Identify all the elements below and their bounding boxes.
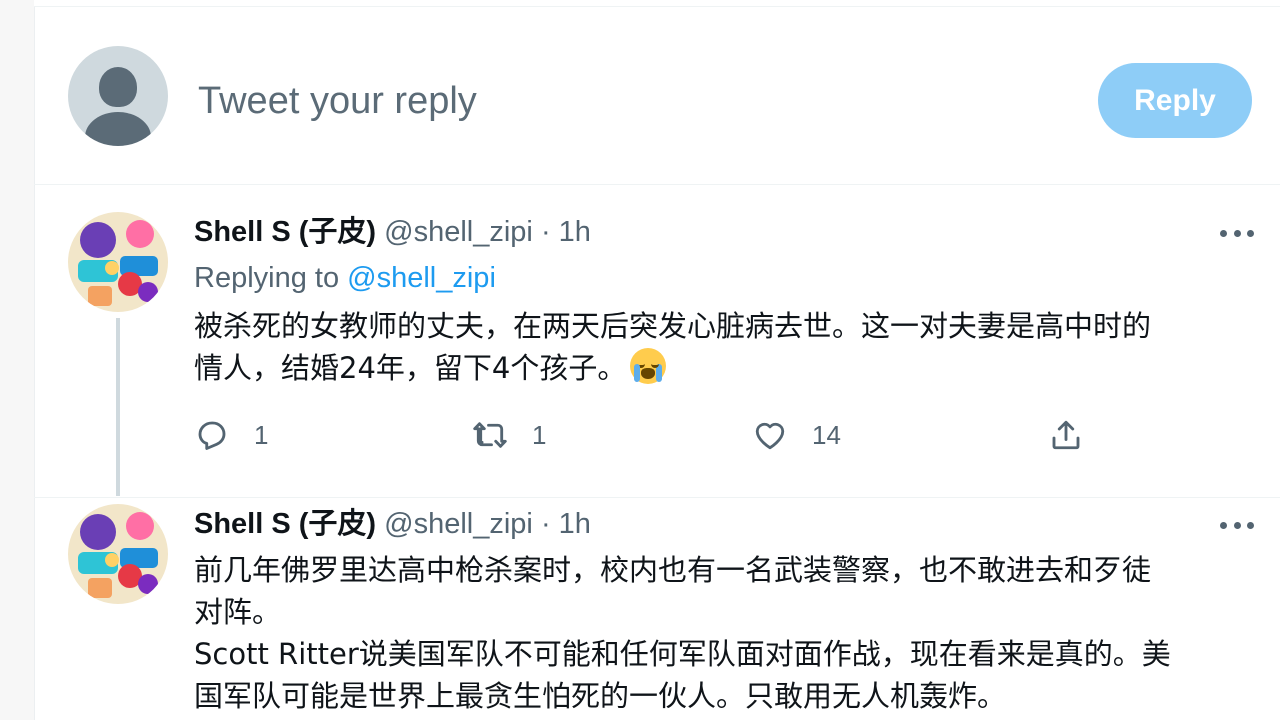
reply-input[interactable] (198, 76, 1058, 126)
compose-divider (34, 184, 1280, 185)
share-action[interactable] (1048, 415, 1084, 455)
header-separator: · (540, 508, 551, 540)
avatar-head-shape (99, 67, 137, 107)
reply-icon (198, 421, 226, 450)
replying-mention-link[interactable]: @shell_zipi (347, 262, 496, 294)
tweet-header: Shell S (子皮) @shell_zipi · 1h (194, 214, 591, 250)
left-gutter (0, 0, 35, 720)
retweet-action[interactable]: 1 (472, 415, 546, 455)
tweet-text-line: 对阵。 (194, 595, 282, 629)
tweet-time[interactable]: 1h (559, 508, 591, 540)
retweet-count: 1 (532, 419, 547, 450)
tweet-text-line: 情人，结婚24年，留下4个孩子。 (194, 347, 1254, 389)
top-divider (34, 0, 1280, 7)
replying-to: Replying to @shell_zipi (194, 260, 496, 296)
share-icon (1052, 420, 1080, 450)
more-icon[interactable] (1220, 520, 1254, 530)
like-action[interactable]: 14 (752, 415, 841, 455)
retweet-icon (473, 422, 507, 448)
tweet-header: Shell S (子皮) @shell_zipi · 1h (194, 506, 591, 542)
tweet-divider (34, 497, 1280, 498)
loudly-crying-face-icon (630, 348, 667, 384)
tweet-actions: 1 1 14 (194, 415, 1094, 455)
tweet-text: 被杀死的女教师的丈夫，在两天后突发心脏病去世。这一对夫妻是高中时的 情人，结婚2… (194, 305, 1254, 389)
reply-count: 1 (254, 419, 269, 450)
replying-prefix: Replying to (194, 262, 340, 294)
user-avatar[interactable] (68, 46, 168, 146)
reply-action[interactable]: 1 (194, 415, 268, 455)
like-count: 14 (812, 419, 841, 450)
author-avatar[interactable] (68, 504, 168, 604)
author-handle[interactable]: @shell_zipi (384, 508, 533, 540)
more-icon[interactable] (1220, 228, 1254, 238)
tweet-text-line: Scott Ritter说美国军队不可能和任何军队面对面作战，现在看来是真的。美 (194, 637, 1171, 671)
avatar-image (68, 504, 168, 604)
thread-line (116, 318, 120, 496)
author-avatar[interactable] (68, 212, 168, 312)
tweet-text: 前几年佛罗里达高中枪杀案时，校内也有一名武装警察，也不敢进去和歹徒 对阵。 Sc… (194, 549, 1254, 717)
author-name[interactable]: Shell S (子皮) (194, 508, 376, 540)
tweet-text-line: 国军队可能是世界上最贪生怕死的一伙人。只敢用无人机轰炸。 (194, 679, 1007, 713)
heart-icon (755, 422, 785, 450)
tweet-time[interactable]: 1h (559, 216, 591, 248)
header-separator: · (540, 216, 551, 248)
reply-button[interactable]: Reply (1098, 63, 1252, 138)
tweet-text-line: 前几年佛罗里达高中枪杀案时，校内也有一名武装警察，也不敢进去和歹徒 (194, 553, 1152, 587)
tweet-text-line: 被杀死的女教师的丈夫，在两天后突发心脏病去世。这一对夫妻是高中时的 (194, 309, 1152, 343)
author-name[interactable]: Shell S (子皮) (194, 216, 376, 248)
avatar-shoulders-shape (85, 112, 151, 146)
author-handle[interactable]: @shell_zipi (384, 216, 533, 248)
avatar-image (68, 212, 168, 312)
